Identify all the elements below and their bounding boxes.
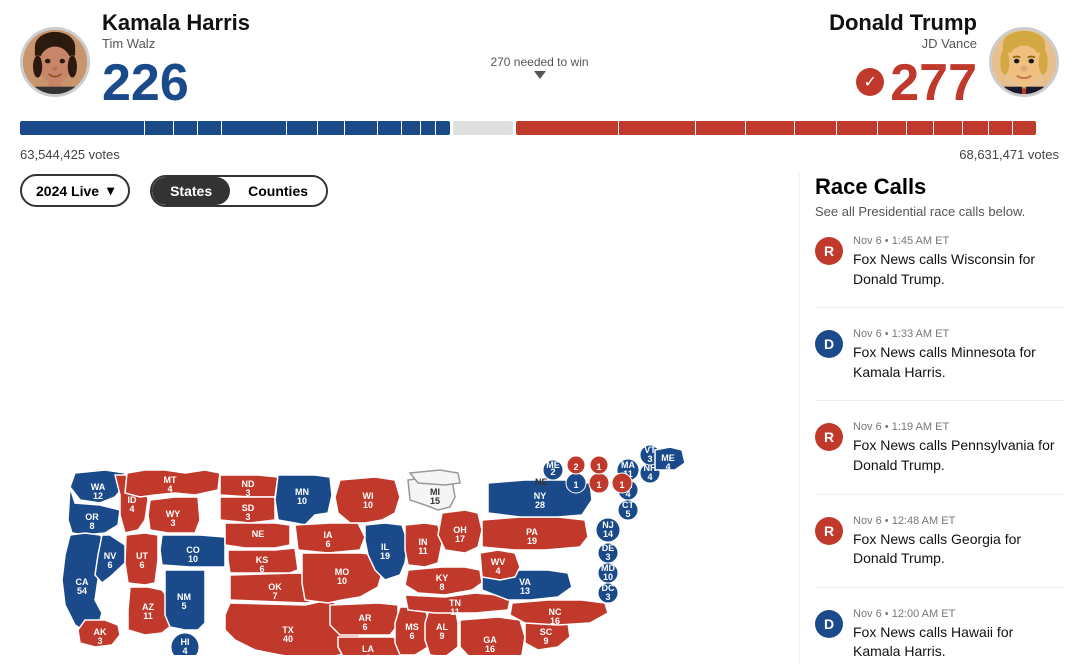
harris-bar-ma [318,121,343,135]
sidebar-title: Race Calls [815,174,1064,200]
harris-bar-mn [174,121,197,135]
harris-votes: 226 [102,53,250,113]
race-call-item: R Nov 6 • 1:19 AM ET Fox News calls Penn… [815,421,1064,494]
call-text: Fox News calls Hawaii for Kamala Harris. [853,623,1064,662]
sidebar-subtitle: See all Presidential race calls below. [815,204,1064,219]
map-section: 2024 Live ▾ States Counties .state { str… [0,174,799,664]
call-time: Nov 6 • 1:19 AM ET [853,421,1064,433]
year-label: 2024 Live [36,183,99,199]
trump-name: Donald Trump [829,10,977,36]
vote-counts: 63,544,425 votes 68,631,471 votes [0,143,1079,166]
trump-bar-tx [516,121,618,135]
call-content: Nov 6 • 1:33 AM ET Fox News calls Minnes… [853,328,1064,382]
race-calls-list: R Nov 6 • 1:45 AM ET Fox News calls Wisc… [815,235,1064,664]
harris-bar-ny [222,121,286,135]
harris-bar-ca [20,121,144,135]
harris-name: Kamala Harris [102,10,250,36]
main-content: 2024 Live ▾ States Counties .state { str… [0,174,1079,664]
harris-bar-nv [436,121,450,135]
counties-toggle-btn[interactable]: Counties [230,177,326,205]
call-text: Fox News calls Wisconsin for Donald Trum… [853,250,1064,289]
harris-vp: Tim Walz [102,36,250,51]
trump-popular-votes: 68,631,471 votes [959,147,1059,162]
harris-bar-wa [145,121,173,135]
harris-bar-nj [345,121,377,135]
call-content: Nov 6 • 1:19 AM ET Fox News calls Pennsy… [853,421,1064,475]
harris-bar-or [402,121,420,135]
harris-bar-il [198,121,221,135]
center-needed: 270 needed to win [490,55,588,79]
call-time: Nov 6 • 1:45 AM ET [853,235,1064,247]
call-content: Nov 6 • 1:45 AM ET Fox News calls Wiscon… [853,235,1064,289]
trump-check-icon: ✓ [856,68,884,96]
trump-bar-al [989,121,1012,135]
view-toggle: States Counties [150,175,328,207]
harris-candidate: Kamala Harris Tim Walz 226 [20,10,250,113]
header: Kamala Harris Tim Walz 226 270 needed to… [0,0,1079,113]
chevron-down-icon: ▾ [107,182,114,199]
race-call-item: D Nov 6 • 12:00 AM ET Fox News calls Haw… [815,608,1064,664]
needed-text: 270 needed to win [490,55,588,69]
race-call-item: D Nov 6 • 1:33 AM ET Fox News calls Minn… [815,328,1064,401]
trump-bar-mo [963,121,988,135]
call-text: Fox News calls Georgia for Donald Trump. [853,530,1064,569]
trump-bar-nc [795,121,836,135]
harris-bar-va [287,121,317,135]
call-time: Nov 6 • 1:33 AM ET [853,328,1064,340]
arrow-icon [534,71,546,79]
race-calls-sidebar: Race Calls See all Presidential race cal… [799,174,1079,664]
call-text: Fox News calls Pennsylvania for Donald T… [853,436,1064,475]
trump-bar-in [934,121,962,135]
trump-bar-tn [878,121,906,135]
states-toggle-btn[interactable]: States [152,177,230,205]
harris-info: Kamala Harris Tim Walz 226 [102,10,250,113]
call-content: Nov 6 • 12:48 AM ET Fox News calls Georg… [853,515,1064,569]
call-party-icon: R [815,517,843,545]
call-text: Fox News calls Minnesota for Kamala Harr… [853,343,1064,382]
call-time: Nov 6 • 12:00 AM ET [853,608,1064,620]
race-call-item: R Nov 6 • 1:45 AM ET Fox News calls Wisc… [815,235,1064,308]
us-map-wrapper: .state { stroke: white; stroke-width: 1.… [10,215,770,655]
call-party-icon: R [815,237,843,265]
trump-bar-fl [619,121,695,135]
call-party-icon: D [815,330,843,358]
trump-votes: 277 [890,53,977,113]
call-party-icon: R [815,423,843,451]
trump-bar-pa [696,121,744,135]
call-party-icon: D [815,610,843,638]
trump-vp: JD Vance [829,36,977,51]
map-controls: 2024 Live ▾ States Counties [10,174,789,207]
trump-bar-sc [1013,121,1036,135]
svg-text:NE: NE [535,477,548,487]
trump-bar-oh [746,121,794,135]
race-call-item: R Nov 6 • 12:48 AM ET Fox News calls Geo… [815,515,1064,588]
trump-bar-ga [837,121,878,135]
harris-bar-md [421,121,435,135]
trump-bar-wi [907,121,932,135]
us-map-svg: .state { stroke: white; stroke-width: 1.… [10,215,770,655]
harris-avatar [20,27,90,97]
progress-bar-container [20,121,1059,135]
trump-avatar [989,27,1059,97]
year-select[interactable]: 2024 Live ▾ [20,174,130,207]
trump-candidate: Donald Trump JD Vance ✓ 277 [829,10,1059,113]
harris-bar-co [378,121,401,135]
call-content: Nov 6 • 12:00 AM ET Fox News calls Hawai… [853,608,1064,662]
call-time: Nov 6 • 12:48 AM ET [853,515,1064,527]
trump-info: Donald Trump JD Vance ✓ 277 [829,10,977,113]
harris-popular-votes: 63,544,425 votes [20,147,120,162]
undecided-bar [453,121,513,135]
